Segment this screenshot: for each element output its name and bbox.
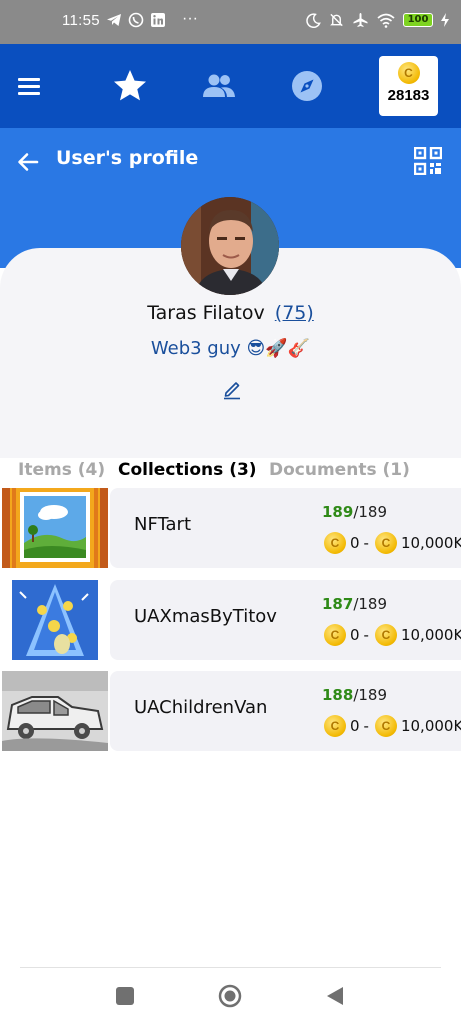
collection-info: UAXmasByTitov 187/189 C 0 - C 10,000K xyxy=(110,580,461,660)
coin-icon: C xyxy=(324,532,346,554)
profile-name: Taras Filatov xyxy=(147,302,265,324)
profile-name-line: Taras Filatov (75) xyxy=(0,302,461,324)
qr-code-icon[interactable] xyxy=(414,147,442,175)
max-price: 10,000K xyxy=(400,534,461,552)
recents-square-icon[interactable] xyxy=(113,984,137,1008)
back-triangle-icon[interactable] xyxy=(323,984,347,1008)
collection-name: UAChildrenVan xyxy=(134,697,268,718)
avatar[interactable] xyxy=(181,197,279,295)
moon-icon xyxy=(306,12,321,28)
profile-tabs: Items (4) Collections (3) Documents (1) xyxy=(0,458,461,484)
avatar-photo xyxy=(181,197,279,295)
price-range: C 0 - C 10,000K xyxy=(324,624,461,646)
price-separator: - xyxy=(363,534,369,552)
coin-icon: C xyxy=(374,624,397,646)
top-app-bar: C 28183 xyxy=(0,44,461,128)
home-circle-icon[interactable] xyxy=(218,984,242,1008)
collection-thumbnail xyxy=(2,488,108,568)
clock: 11:55 xyxy=(62,12,100,29)
bell-off-icon xyxy=(330,13,343,27)
page-title: User's profile xyxy=(56,147,199,169)
collection-row[interactable]: NFTart 189/189 C 0 - C 10,000K xyxy=(0,488,461,568)
profile-level-link[interactable]: (75) xyxy=(275,302,314,324)
owned-count: 187 xyxy=(322,595,354,613)
price-separator: - xyxy=(363,626,369,644)
coin-icon: C xyxy=(374,532,397,554)
pencil-icon[interactable] xyxy=(222,378,242,400)
price-range: C 0 - C 10,000K xyxy=(324,715,461,737)
price-separator: - xyxy=(363,717,369,735)
min-price: 0 xyxy=(350,534,360,552)
total-count: /189 xyxy=(353,686,387,704)
owned-count: 188 xyxy=(322,686,354,704)
telegram-icon xyxy=(107,14,121,26)
min-price: 0 xyxy=(350,626,360,644)
battery-icon: 100 xyxy=(403,13,433,27)
coin-balance-button[interactable]: C 28183 xyxy=(379,56,438,116)
coin-icon: C xyxy=(324,624,346,646)
notification-icons: ··· xyxy=(106,10,198,28)
tab-documents[interactable]: Documents (1) xyxy=(269,460,410,480)
min-price: 0 xyxy=(350,717,360,735)
collection-thumbnail xyxy=(2,671,108,751)
collection-count: 189/189 xyxy=(322,503,387,521)
linkedin-icon xyxy=(151,13,165,27)
collection-name: UAXmasByTitov xyxy=(134,606,277,627)
coin-icon: C xyxy=(324,715,346,737)
max-price: 10,000K xyxy=(400,626,461,644)
tab-items[interactable]: Items (4) xyxy=(18,460,105,480)
more-icon: ··· xyxy=(182,10,198,27)
airplane-icon xyxy=(353,13,368,27)
arrow-left-icon[interactable] xyxy=(16,150,40,174)
coin-icon: C xyxy=(397,62,420,84)
divider xyxy=(20,967,441,968)
collection-row[interactable]: UAXmasByTitov 187/189 C 0 - C 10,000K xyxy=(0,580,461,660)
charging-icon xyxy=(441,13,449,27)
collection-info: UAChildrenVan 188/189 C 0 - C 10,000K xyxy=(110,671,461,751)
collection-info: NFTart 189/189 C 0 - C 10,000K xyxy=(110,488,461,568)
star-icon[interactable] xyxy=(110,66,150,106)
collection-count: 188/189 xyxy=(322,686,387,704)
price-range: C 0 - C 10,000K xyxy=(324,532,461,554)
profile-bio: Web3 guy 😎🚀🎸 xyxy=(150,338,311,359)
compass-icon[interactable] xyxy=(287,66,327,106)
max-price: 10,000K xyxy=(400,717,461,735)
coin-balance: 28183 xyxy=(387,87,430,104)
people-icon[interactable] xyxy=(199,66,239,106)
collection-row[interactable]: UAChildrenVan 188/189 C 0 - C 10,000K xyxy=(0,671,461,751)
tab-collections[interactable]: Collections (3) xyxy=(118,460,257,480)
collection-count: 187/189 xyxy=(322,595,387,613)
wifi-icon xyxy=(377,13,395,28)
collection-thumbnail xyxy=(2,580,108,660)
collection-name: NFTart xyxy=(134,514,192,535)
viber-icon xyxy=(128,12,144,28)
status-bar: 11:55 ··· 100 xyxy=(0,0,461,44)
system-icons: 100 xyxy=(306,12,449,28)
total-count: /189 xyxy=(353,503,387,521)
total-count: /189 xyxy=(353,595,387,613)
owned-count: 189 xyxy=(322,503,354,521)
hamburger-icon[interactable] xyxy=(18,78,40,99)
coin-icon: C xyxy=(374,715,397,737)
